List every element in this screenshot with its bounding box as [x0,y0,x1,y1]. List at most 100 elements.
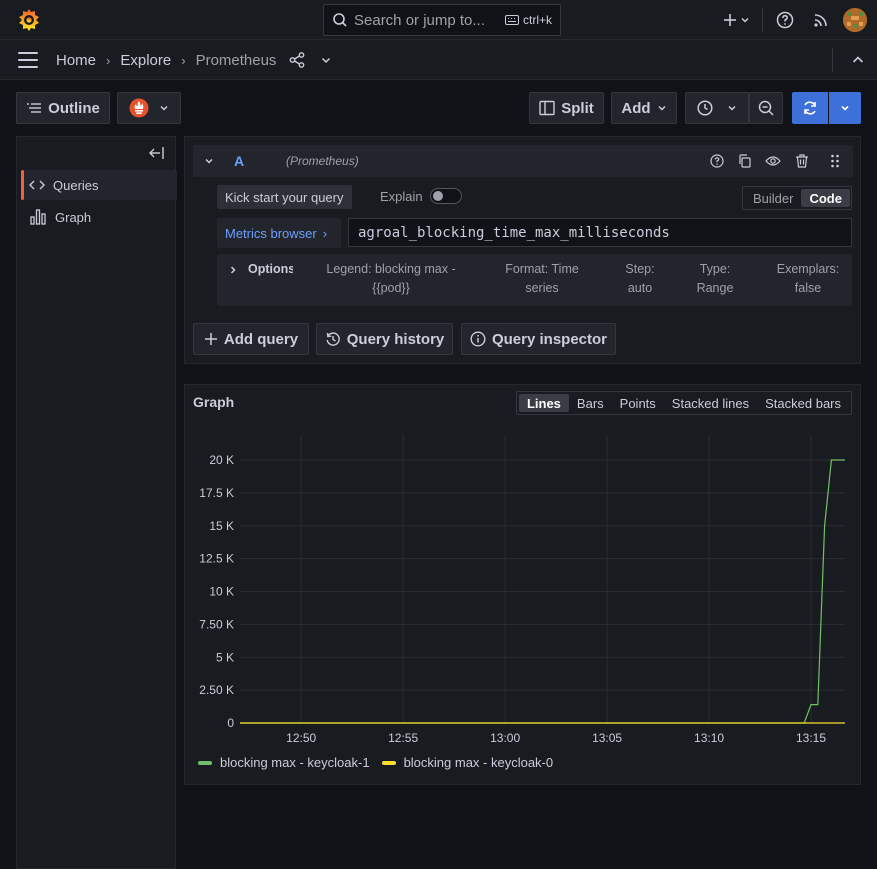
query-row-header: A (Prometheus) [193,145,853,177]
new-menu-button[interactable] [718,6,754,34]
option-type-line2: Range [696,281,734,295]
share-icon[interactable] [288,51,306,69]
refresh-interval-button[interactable] [829,92,861,124]
menu-icon[interactable] [18,52,38,68]
chevron-down-icon [740,17,749,23]
sidebar-item-label: Graph [55,209,92,225]
x-tick-label: 13:05 [592,731,622,745]
copy-icon[interactable] [738,154,752,168]
chevron-down-icon [160,105,168,111]
query-history-label: Query history [346,330,445,348]
query-options-row[interactable]: Options Legend: blocking max - {{pod}} F… [217,254,852,306]
add-query-label: Add query [223,330,299,348]
y-tick-label: 2.50 K [199,683,234,697]
sidebar-item-graph[interactable]: Graph [21,202,177,232]
code-mode-option[interactable]: Code [801,189,850,207]
graph-mode-lines[interactable]: Lines [518,394,569,412]
y-tick-label: 10 K [209,585,234,599]
x-tick-label: 12:55 [388,731,418,745]
query-history-button[interactable]: Query history [316,323,453,355]
graph-title: Graph [193,394,235,410]
top-bar: Search or jump to... ctrl+k [0,0,877,40]
bar-chart-icon [30,209,46,225]
grafana-logo-icon[interactable] [17,8,41,32]
graph-mode-stacked-bars[interactable]: Stacked bars [757,394,849,412]
x-tick-label: 13:10 [694,731,724,745]
split-button[interactable]: Split [529,92,604,124]
legend-item[interactable]: blocking max - keycloak-0 [381,755,553,770]
breadcrumb-explore[interactable]: Explore [120,52,171,69]
option-format-line1: Format: Time [505,262,579,276]
eye-icon[interactable] [765,154,781,168]
time-picker-button[interactable] [685,92,749,124]
chevron-down-icon[interactable] [320,54,332,66]
y-tick-label: 15 K [209,519,234,533]
datasource-picker[interactable] [117,92,181,124]
option-legend-line1: Legend: blocking max - [326,262,456,276]
breadcrumb-bar: Home › Explore › Prometheus [0,40,877,80]
query-expression-input[interactable]: agroal_blocking_time_max_milliseconds [348,218,852,247]
keyboard-icon [504,15,519,25]
rss-icon [814,14,827,27]
chevron-up-icon[interactable] [851,53,865,67]
chevron-right-icon: › [181,52,186,68]
builder-mode-option[interactable]: Builder [745,189,801,207]
chevron-right-icon: › [322,225,328,241]
history-icon [326,332,340,346]
graph-mode-points[interactable]: Points [612,394,664,412]
news-button[interactable] [807,6,835,34]
option-legend: Legend: blocking max - {{pod}} [317,260,465,298]
drag-handle-icon[interactable] [830,154,840,168]
graph-mode-toggle: Lines Bars Points Stacked lines Stacked bars [515,391,852,415]
chevron-right-icon [230,266,236,274]
collapse-sidebar-icon[interactable] [148,146,166,160]
query-inspector-label: Query inspector [491,330,608,348]
sidebar-item-label: Queries [53,177,99,193]
search-input[interactable]: Search or jump to... ctrl+k [323,4,561,36]
kick-start-button[interactable]: Kick start your query [217,185,352,209]
help-button[interactable] [771,6,799,34]
option-step-line2: auto [627,281,653,295]
refresh-button[interactable] [792,92,828,124]
add-label: Add [621,99,651,117]
metrics-browser-button[interactable]: Metrics browser › [217,218,341,248]
collapse-query-icon[interactable] [204,156,214,166]
option-type-line1: Type: [699,262,731,276]
navbar-right [832,48,865,72]
query-panel: A (Prometheus) Kick start your query Exp… [184,136,861,364]
option-type: Type: Range [687,260,743,298]
chevron-right-icon: › [106,52,111,68]
y-tick-label: 12.5 K [199,552,234,566]
help-icon[interactable] [710,154,724,168]
query-inspector-button[interactable]: Query inspector [461,323,616,355]
legend-swatch [381,760,396,765]
outline-button[interactable]: Outline [16,92,110,124]
user-avatar[interactable] [843,8,867,32]
graph-mode-stacked-lines[interactable]: Stacked lines [664,394,757,412]
add-query-button[interactable]: Add query [193,323,309,355]
refresh-icon [804,101,816,115]
trash-icon[interactable] [795,154,809,168]
y-tick-label: 0 [227,716,234,730]
legend-item[interactable]: blocking max - keycloak-1 [198,755,370,770]
add-button[interactable]: Add [611,92,677,124]
query-ref-id[interactable]: A [234,153,244,169]
graph-legend: blocking max - keycloak-1 blocking max - … [198,755,553,770]
sidebar-item-queries[interactable]: Queries [21,170,177,200]
option-exemplars-line2: false [794,281,822,295]
explain-toggle[interactable] [430,188,462,204]
metrics-browser-label: Metrics browser [225,225,317,241]
legend-swatch [198,760,212,765]
search-icon [333,13,347,27]
list-icon [27,103,42,113]
divider [832,48,833,72]
options-label: Options [248,262,293,276]
option-format-line2: series [525,281,559,295]
option-exemplars-line1: Exemplars: [776,262,840,276]
breadcrumb-home[interactable]: Home [56,52,96,69]
graph-chart[interactable]: 0 2.50 K 5 K 7.50 K 10 K 12.5 K 15 K 17.5 K 20 K… [185,425,860,745]
graph-mode-bars[interactable]: Bars [569,394,612,412]
chevron-down-icon [841,105,849,111]
keyboard-shortcut: ctrl+k [504,13,552,27]
zoom-out-button[interactable] [749,92,783,124]
